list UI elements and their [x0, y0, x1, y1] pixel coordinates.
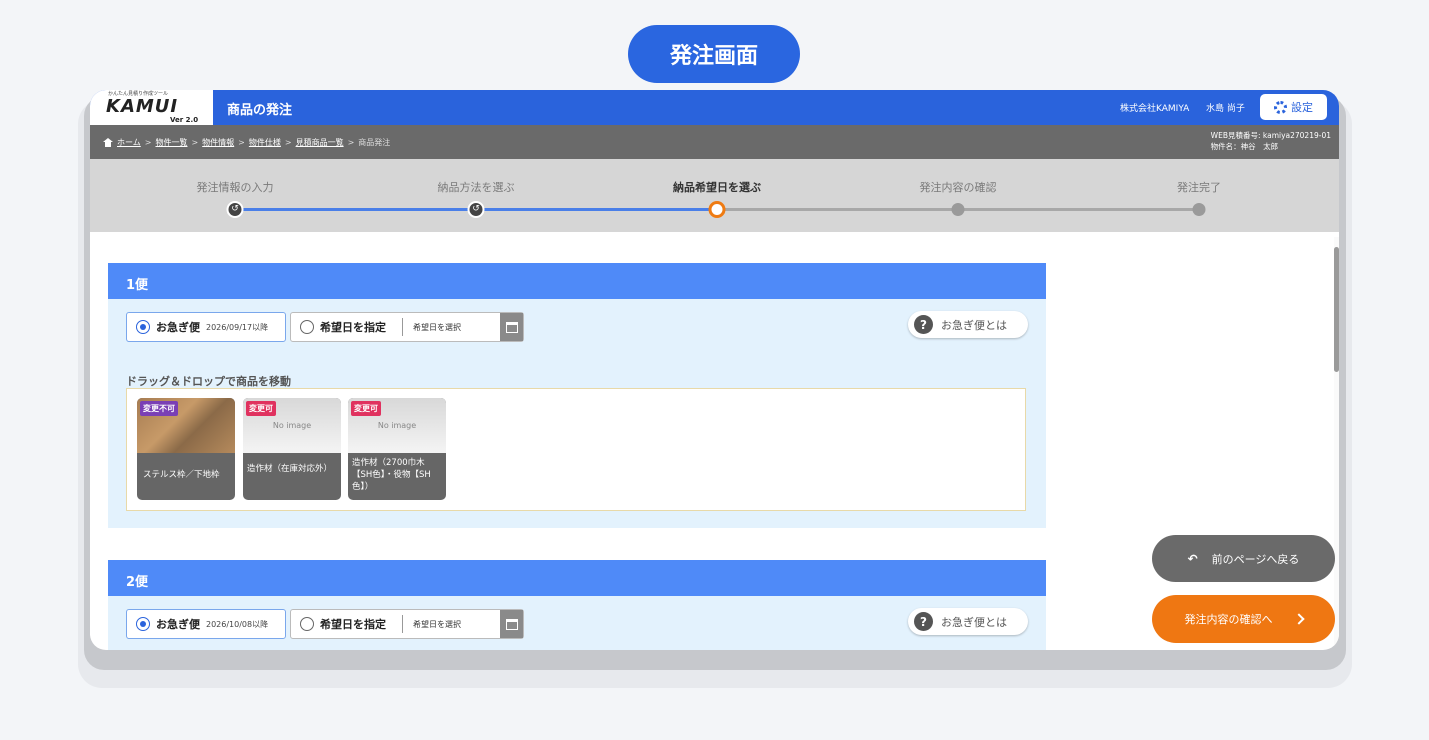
scrollbar-thumb[interactable] — [1334, 247, 1339, 372]
step-label-5: 発注完了 — [1177, 181, 1221, 194]
back-button[interactable]: ↶ 前のページへ戻る — [1152, 535, 1335, 582]
page-title-pill: 発注画面 — [628, 25, 800, 83]
product-card[interactable]: 変更可 No image 造作材（在庫対応外） — [243, 398, 341, 500]
product-card[interactable]: 変更可 No image 造作材（2700巾木【SH色】・役物【SH色】） — [348, 398, 446, 500]
step-label-1: 発注情報の入力 — [196, 181, 274, 194]
breadcrumb-separator: > — [284, 138, 292, 147]
app-header: かんたん見積り作成ツール KAMUI Ver 2.0 商品の発注 株式会社KAM… — [90, 90, 1339, 125]
estimate-info: WEB見積番号: kamiya270219-01 物件名：神谷 太郎 — [1211, 130, 1331, 152]
user-name: 水島 尚子 — [1206, 104, 1245, 114]
shipment-title: 1便 — [108, 263, 1046, 299]
shipment-panel-1: 1便 お急ぎ便 2026/09/17以降 希望日を指定 希望日を選択 ? お急ぎ… — [108, 263, 1046, 528]
settings-label: 設定 — [1291, 101, 1313, 114]
calendar-icon — [505, 618, 518, 630]
urgent-option[interactable]: お急ぎ便 2026/09/17以降 — [126, 312, 286, 342]
header-title: 商品の発注 — [227, 103, 293, 118]
logo-name: KAMUI — [106, 96, 179, 117]
product-card[interactable]: 変更不可 ステルス枠／下地枠 — [137, 398, 235, 500]
breadcrumb: ホーム > 物件一覧 > 物件情報 > 物件仕様 > 見積商品一覧 > 商品発注 — [103, 137, 390, 148]
company-name: 株式会社KAMIYA — [1120, 104, 1190, 114]
urgent-radio[interactable] — [136, 320, 150, 334]
step-label-2: 納品方法を選ぶ — [437, 181, 515, 194]
no-image-text: No image — [272, 421, 312, 430]
shipment-panel-2: 2便 お急ぎ便 2026/10/08以降 希望日を指定 希望日を選択 ? お急ぎ… — [108, 560, 1046, 650]
shipment-title: 2便 — [108, 560, 1046, 596]
product-name: 造作材（2700巾木【SH色】・役物【SH色】） — [352, 458, 431, 492]
help-icon: ? — [914, 612, 933, 631]
breadcrumb-separator: > — [191, 138, 199, 147]
breadcrumb-estimate-items[interactable]: 見積商品一覧 — [296, 137, 344, 148]
step-done-icon[interactable]: ↺ — [467, 201, 485, 218]
product-image: 変更可 No image — [348, 398, 446, 453]
step-current-icon — [708, 201, 726, 218]
urgent-label: お急ぎ便 — [156, 618, 200, 631]
urgent-date: 2026/09/17以降 — [206, 322, 269, 332]
web-estimate-number: WEB見積番号: kamiya270219-01 — [1210, 131, 1331, 140]
calendar-button[interactable] — [500, 610, 523, 638]
progress-steps: 発注情報の入力 納品方法を選ぶ 納品希望日を選ぶ 発注内容の確認 発注完了 ↺ … — [90, 159, 1339, 232]
urgent-help-button[interactable]: ? お急ぎ便とは — [908, 608, 1028, 635]
drag-drop-label: ドラッグ＆ドロップで商品を移動 — [126, 375, 291, 388]
date-pick-label: 希望日を指定 — [320, 321, 386, 334]
breadcrumb-current: 商品発注 — [358, 138, 391, 147]
step-todo-icon — [1192, 203, 1206, 216]
breadcrumb-bar: ホーム > 物件一覧 > 物件情報 > 物件仕様 > 見積商品一覧 > 商品発注… — [90, 125, 1339, 159]
product-name: 造作材（在庫対応外） — [247, 464, 333, 474]
product-image: 変更可 No image — [243, 398, 341, 453]
drop-zone[interactable]: 変更不可 ステルス枠／下地枠 変更可 No image 造作材（在庫対応外） 変… — [126, 388, 1026, 511]
step-todo-icon — [951, 203, 965, 216]
divider — [402, 615, 403, 633]
date-pick-radio[interactable] — [300, 320, 314, 334]
scrollbar[interactable] — [1334, 237, 1339, 650]
breadcrumb-separator: > — [347, 138, 355, 147]
step-label-4: 発注内容の確認 — [919, 181, 997, 194]
product-name: ステルス枠／下地枠 — [143, 470, 220, 480]
logo-version: Ver 2.0 — [170, 116, 199, 124]
date-pick-field[interactable]: 希望日を選択 — [413, 619, 461, 630]
date-pick-field[interactable]: 希望日を選択 — [413, 322, 461, 333]
back-label: 前のページへ戻る — [1211, 552, 1300, 566]
next-label: 発注内容の確認へ — [1184, 613, 1273, 626]
chevron-right-icon — [1292, 613, 1305, 625]
home-icon[interactable] — [103, 138, 113, 147]
breadcrumb-property-info[interactable]: 物件情報 — [202, 137, 234, 148]
date-pick-option[interactable]: 希望日を指定 希望日を選択 — [290, 312, 524, 342]
confirm-order-button[interactable]: 発注内容の確認へ — [1152, 595, 1335, 643]
date-pick-radio[interactable] — [300, 617, 314, 631]
gear-icon — [1274, 100, 1287, 114]
help-label: お急ぎ便とは — [941, 318, 1007, 332]
urgent-label: お急ぎ便 — [156, 321, 200, 334]
urgent-help-button[interactable]: ? お急ぎ便とは — [908, 311, 1028, 338]
status-badge: 変更不可 — [140, 401, 178, 416]
step-label-3: 納品希望日を選ぶ — [673, 181, 761, 194]
shipment-body: お急ぎ便 2026/10/08以降 希望日を指定 希望日を選択 ? お急ぎ便とは — [108, 596, 1046, 650]
logo[interactable]: かんたん見積り作成ツール KAMUI Ver 2.0 — [90, 90, 213, 125]
step-done-icon[interactable]: ↺ — [226, 201, 244, 218]
status-badge: 変更可 — [246, 401, 276, 416]
breadcrumb-property-spec[interactable]: 物件仕様 — [249, 137, 281, 148]
settings-button[interactable]: 設定 — [1260, 94, 1327, 120]
breadcrumb-separator: > — [144, 138, 152, 147]
no-image-text: No image — [377, 421, 417, 430]
breadcrumb-property-list[interactable]: 物件一覧 — [155, 137, 187, 148]
app-window: かんたん見積り作成ツール KAMUI Ver 2.0 商品の発注 株式会社KAM… — [90, 90, 1339, 650]
date-pick-option[interactable]: 希望日を指定 希望日を選択 — [290, 609, 524, 639]
urgent-option[interactable]: お急ぎ便 2026/10/08以降 — [126, 609, 286, 639]
breadcrumb-separator: > — [238, 138, 245, 147]
urgent-date: 2026/10/08以降 — [206, 619, 269, 629]
calendar-icon — [505, 321, 518, 333]
help-label: お急ぎ便とは — [941, 615, 1007, 629]
back-arrow-icon: ↶ — [1187, 551, 1198, 566]
breadcrumb-home[interactable]: ホーム — [117, 137, 141, 148]
help-icon: ? — [914, 315, 933, 334]
product-image: 変更不可 — [137, 398, 235, 453]
property-name: 物件名：神谷 太郎 — [1210, 142, 1279, 151]
status-badge: 変更可 — [351, 401, 381, 416]
divider — [402, 318, 403, 336]
shipment-body: お急ぎ便 2026/09/17以降 希望日を指定 希望日を選択 ? お急ぎ便とは… — [108, 299, 1046, 528]
calendar-button[interactable] — [500, 313, 523, 341]
urgent-radio[interactable] — [136, 617, 150, 631]
date-pick-label: 希望日を指定 — [320, 618, 386, 631]
